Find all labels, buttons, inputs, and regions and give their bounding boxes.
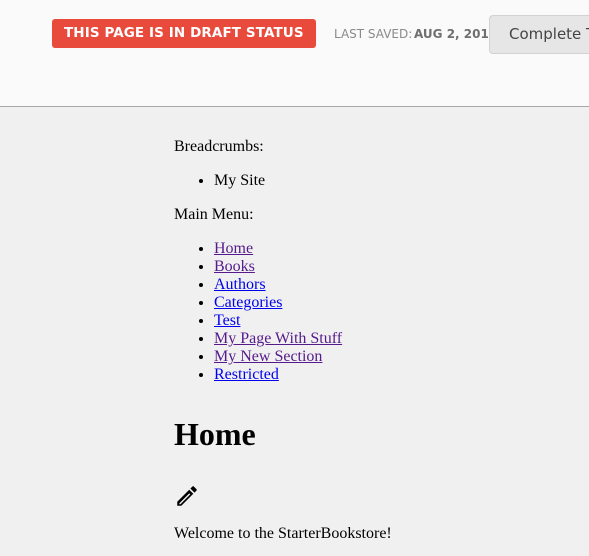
menu-link-books[interactable]: Books <box>214 258 255 275</box>
pencil-icon[interactable] <box>174 483 200 509</box>
breadcrumbs-label: Breadcrumbs: <box>174 138 264 155</box>
last-saved-date: AUG 2, 2014 <box>414 27 498 41</box>
last-saved-label: LAST SAVED: <box>334 27 413 41</box>
welcome-text: Welcome to the StarterBookstore! <box>174 525 392 542</box>
menu-link-restricted[interactable]: Restricted <box>214 366 279 383</box>
complete-button[interactable]: Complete T <box>489 15 589 54</box>
breadcrumb: My Site <box>214 172 265 190</box>
menu-link-my-page-with-stuff[interactable]: My Page With Stuff <box>214 330 342 347</box>
menu-link-home[interactable]: Home <box>214 240 253 257</box>
page-title: Home <box>174 416 256 452</box>
breadcrumb-item-my-site: My Site <box>214 172 265 190</box>
main-menu-label: Main Menu: <box>174 206 254 223</box>
menu-link-authors[interactable]: Authors <box>214 276 266 293</box>
menu-link-my-new-section[interactable]: My New Section <box>214 348 322 365</box>
main-menu: Home Books Authors Categories Test My Pa… <box>214 240 342 384</box>
menu-link-categories[interactable]: Categories <box>214 294 282 311</box>
menu-link-test[interactable]: Test <box>214 312 240 329</box>
top-toolbar: THIS PAGE IS IN DRAFT STATUS LAST SAVED:… <box>0 0 589 107</box>
draft-status-badge: THIS PAGE IS IN DRAFT STATUS <box>52 19 316 48</box>
